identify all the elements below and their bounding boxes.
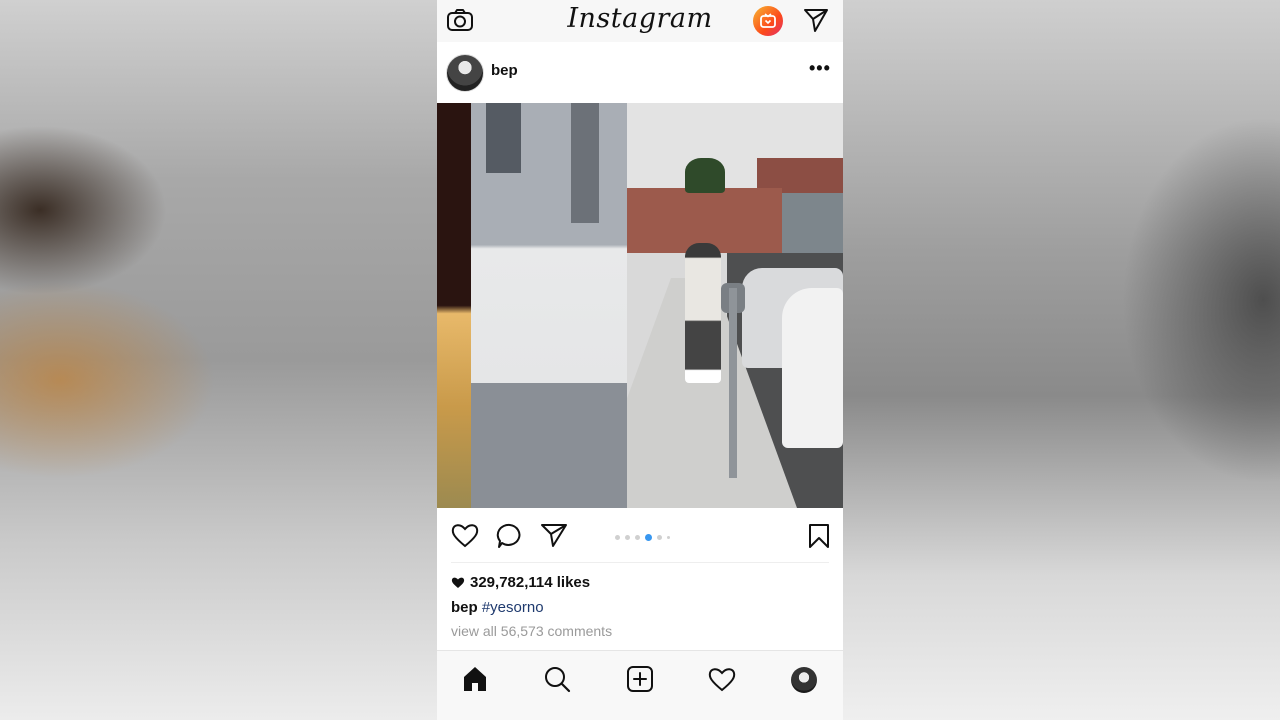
carousel-indicator [615, 533, 670, 541]
carousel-dot [657, 534, 662, 540]
photo-person [685, 243, 721, 383]
search-icon[interactable] [543, 665, 571, 693]
heart-icon[interactable] [451, 522, 479, 548]
post-actions-bar [437, 508, 843, 562]
photo-building [471, 103, 627, 508]
post-caption: bep #yesorno [451, 599, 544, 616]
more-dots-icon[interactable]: ••• [809, 58, 831, 79]
home-icon[interactable] [461, 665, 489, 693]
bottom-nav [437, 650, 843, 720]
igtv-icon[interactable] [753, 6, 783, 36]
carousel-dot [625, 534, 630, 540]
view-comments-link[interactable]: view all 56,573 comments [451, 623, 612, 639]
likes-count[interactable]: 329,782,114 likes [451, 574, 590, 591]
photo-car [782, 288, 843, 448]
profile-avatar[interactable] [791, 667, 817, 693]
background-blur-right [843, 0, 1280, 720]
photo-edge-strip [437, 103, 471, 508]
avatar[interactable] [446, 54, 484, 92]
carousel-dot-active [645, 533, 652, 541]
background-blur-left [0, 0, 437, 720]
photo-window [571, 103, 599, 223]
direct-send-icon[interactable] [803, 7, 829, 33]
phone-screen: Instagram bep ••• 329,782,114 likes bep … [437, 0, 843, 720]
heart-filled-icon [451, 577, 465, 588]
comment-icon[interactable] [496, 522, 524, 549]
caption-username[interactable]: bep [451, 599, 478, 616]
activity-heart-icon[interactable] [708, 666, 736, 692]
likes-text: 329,782,114 likes [470, 574, 591, 591]
photo-building-base [471, 383, 627, 508]
post-photo[interactable] [437, 103, 843, 508]
carousel-dot [615, 534, 620, 540]
share-icon[interactable] [540, 522, 568, 548]
photo-parking-meter [729, 288, 737, 478]
add-post-icon[interactable] [626, 665, 654, 693]
post-username[interactable]: bep [491, 62, 518, 79]
carousel-dot [635, 534, 640, 540]
photo-window [486, 103, 521, 173]
post-header: bep ••• [437, 42, 843, 103]
caption-hashtag[interactable]: #yesorno [482, 599, 544, 616]
top-bar: Instagram [437, 0, 843, 42]
bookmark-icon[interactable] [807, 523, 831, 549]
photo-palm-trees [685, 158, 725, 193]
divider [451, 562, 829, 563]
carousel-dot [667, 535, 670, 539]
